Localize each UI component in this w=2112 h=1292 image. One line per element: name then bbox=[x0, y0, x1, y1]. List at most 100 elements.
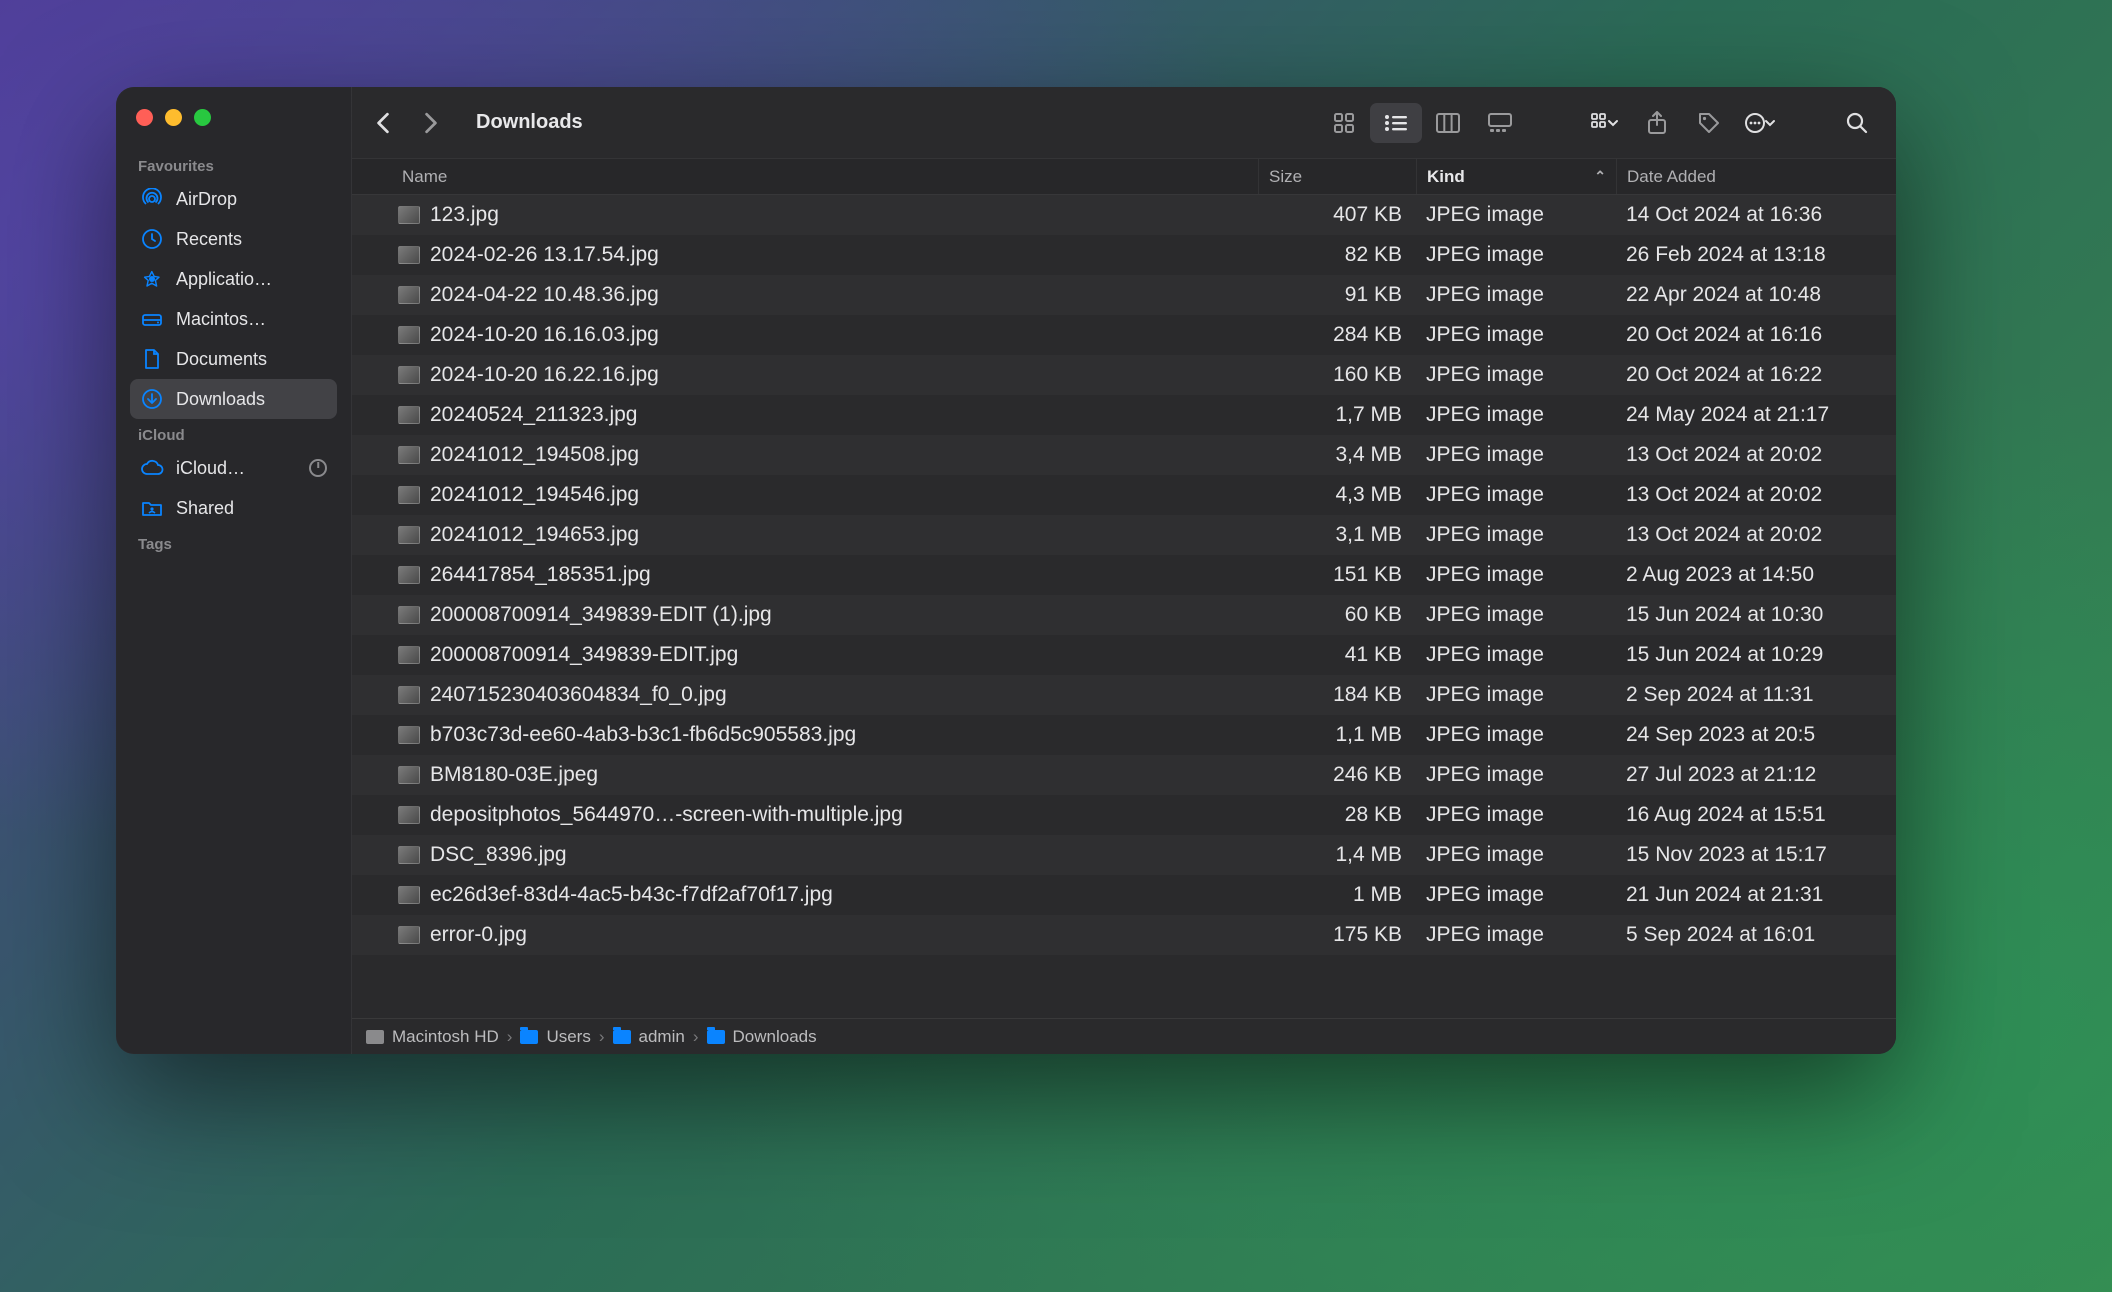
breadcrumb-item[interactable]: Macintosh HD bbox=[366, 1027, 499, 1047]
file-kind: JPEG image bbox=[1416, 403, 1616, 427]
file-row[interactable]: 264417854_185351.jpg 151 KB JPEG image 2… bbox=[352, 555, 1896, 595]
file-size: 3,4 MB bbox=[1258, 443, 1416, 467]
sidebar-section-label: Favourites bbox=[130, 150, 337, 179]
sidebar-item-recents[interactable]: Recents bbox=[130, 219, 337, 259]
file-date: 15 Jun 2024 at 10:30 bbox=[1616, 603, 1896, 627]
file-kind: JPEG image bbox=[1416, 603, 1616, 627]
file-row[interactable]: 2024-10-20 16.16.03.jpg 284 KB JPEG imag… bbox=[352, 315, 1896, 355]
file-thumbnail-icon bbox=[398, 926, 420, 944]
file-kind: JPEG image bbox=[1416, 763, 1616, 787]
file-date: 24 Sep 2023 at 20:5 bbox=[1616, 723, 1896, 747]
file-name: 20240524_211323.jpg bbox=[430, 403, 638, 427]
breadcrumb-item[interactable]: admin bbox=[613, 1027, 685, 1047]
column-view-button[interactable] bbox=[1422, 103, 1474, 143]
sidebar-item-macintos-[interactable]: Macintos… bbox=[130, 299, 337, 339]
sidebar-item-applicatio-[interactable]: Applicatio… bbox=[130, 259, 337, 299]
file-thumbnail-icon bbox=[398, 406, 420, 424]
file-row[interactable]: ec26d3ef-83d4-4ac5-b43c-f7df2af70f17.jpg… bbox=[352, 875, 1896, 915]
share-button[interactable] bbox=[1640, 106, 1674, 140]
file-date: 14 Oct 2024 at 16:36 bbox=[1616, 203, 1896, 227]
file-size: 1,1 MB bbox=[1258, 723, 1416, 747]
file-date: 2 Sep 2024 at 11:31 bbox=[1616, 683, 1896, 707]
column-header-expand bbox=[352, 159, 392, 194]
finder-window: Favourites AirDrop Recents Applicatio… Macin… bbox=[116, 87, 1896, 1054]
file-row[interactable]: 20241012_194546.jpg 4,3 MB JPEG image 13… bbox=[352, 475, 1896, 515]
file-row[interactable]: 20241012_194653.jpg 3,1 MB JPEG image 13… bbox=[352, 515, 1896, 555]
sidebar-section-label: iCloud bbox=[130, 419, 337, 448]
forward-button[interactable] bbox=[414, 106, 448, 140]
file-kind: JPEG image bbox=[1416, 443, 1616, 467]
tags-button[interactable] bbox=[1692, 106, 1726, 140]
file-size: 60 KB bbox=[1258, 603, 1416, 627]
file-size: 1 MB bbox=[1258, 883, 1416, 907]
close-window-button[interactable] bbox=[136, 109, 153, 126]
more-actions-button[interactable] bbox=[1744, 106, 1778, 140]
file-row[interactable]: 2024-04-22 10.48.36.jpg 91 KB JPEG image… bbox=[352, 275, 1896, 315]
file-thumbnail-icon bbox=[398, 486, 420, 504]
file-row[interactable]: depositphotos_5644970…-screen-with-multi… bbox=[352, 795, 1896, 835]
file-size: 151 KB bbox=[1258, 563, 1416, 587]
file-date: 13 Oct 2024 at 20:02 bbox=[1616, 443, 1896, 467]
file-row[interactable]: 240715230403604834_f0_0.jpg 184 KB JPEG … bbox=[352, 675, 1896, 715]
file-row[interactable]: BM8180-03E.jpeg 246 KB JPEG image 27 Jul… bbox=[352, 755, 1896, 795]
gallery-view-button[interactable] bbox=[1474, 103, 1526, 143]
column-header-name[interactable]: Name bbox=[392, 159, 1258, 194]
file-row[interactable]: error-0.jpg 175 KB JPEG image 5 Sep 2024… bbox=[352, 915, 1896, 955]
file-row[interactable]: DSC_8396.jpg 1,4 MB JPEG image 15 Nov 20… bbox=[352, 835, 1896, 875]
file-list[interactable]: 123.jpg 407 KB JPEG image 14 Oct 2024 at… bbox=[352, 195, 1896, 1018]
file-date: 13 Oct 2024 at 20:02 bbox=[1616, 483, 1896, 507]
back-button[interactable] bbox=[366, 106, 400, 140]
file-thumbnail-icon bbox=[398, 326, 420, 344]
sidebar-item-label: AirDrop bbox=[176, 189, 237, 210]
file-size: 91 KB bbox=[1258, 283, 1416, 307]
file-row[interactable]: 20241012_194508.jpg 3,4 MB JPEG image 13… bbox=[352, 435, 1896, 475]
breadcrumb-label: Users bbox=[546, 1027, 590, 1047]
file-size: 246 KB bbox=[1258, 763, 1416, 787]
file-date: 21 Jun 2024 at 21:31 bbox=[1616, 883, 1896, 907]
breadcrumb-item[interactable]: Users bbox=[520, 1027, 590, 1047]
file-row[interactable]: 2024-02-26 13.17.54.jpg 82 KB JPEG image… bbox=[352, 235, 1896, 275]
sidebar-item-documents[interactable]: Documents bbox=[130, 339, 337, 379]
sidebar-item-shared[interactable]: Shared bbox=[130, 488, 337, 528]
minimize-window-button[interactable] bbox=[165, 109, 182, 126]
sidebar-item-downloads[interactable]: Downloads bbox=[130, 379, 337, 419]
file-date: 27 Jul 2023 at 21:12 bbox=[1616, 763, 1896, 787]
file-row[interactable]: 2024-10-20 16.22.16.jpg 160 KB JPEG imag… bbox=[352, 355, 1896, 395]
file-row[interactable]: 200008700914_349839-EDIT.jpg 41 KB JPEG … bbox=[352, 635, 1896, 675]
group-by-button[interactable] bbox=[1588, 106, 1622, 140]
file-size: 1,7 MB bbox=[1258, 403, 1416, 427]
file-thumbnail-icon bbox=[398, 766, 420, 784]
zoom-window-button[interactable] bbox=[194, 109, 211, 126]
icloud-progress-icon bbox=[309, 459, 327, 477]
file-kind: JPEG image bbox=[1416, 803, 1616, 827]
column-header-date[interactable]: Date Added bbox=[1616, 159, 1896, 194]
file-row[interactable]: b703c73d-ee60-4ab3-b3c1-fb6d5c905583.jpg… bbox=[352, 715, 1896, 755]
file-thumbnail-icon bbox=[398, 446, 420, 464]
sidebar: Favourites AirDrop Recents Applicatio… Macin… bbox=[116, 87, 352, 1054]
file-name: 2024-10-20 16.16.03.jpg bbox=[430, 323, 659, 347]
file-kind: JPEG image bbox=[1416, 683, 1616, 707]
list-view-button[interactable] bbox=[1370, 103, 1422, 143]
main-panel: Downloads bbox=[352, 87, 1896, 1054]
column-header-size[interactable]: Size bbox=[1258, 159, 1416, 194]
file-date: 2 Aug 2023 at 14:50 bbox=[1616, 563, 1896, 587]
file-row[interactable]: 123.jpg 407 KB JPEG image 14 Oct 2024 at… bbox=[352, 195, 1896, 235]
file-thumbnail-icon bbox=[398, 606, 420, 624]
file-size: 28 KB bbox=[1258, 803, 1416, 827]
column-header-kind[interactable]: Kind ⌃ bbox=[1416, 159, 1616, 194]
file-thumbnail-icon bbox=[398, 846, 420, 864]
sidebar-item-label: Applicatio… bbox=[176, 269, 272, 290]
icon-view-button[interactable] bbox=[1318, 103, 1370, 143]
breadcrumb-item[interactable]: Downloads bbox=[707, 1027, 817, 1047]
search-button[interactable] bbox=[1840, 106, 1874, 140]
sidebar-item-airdrop[interactable]: AirDrop bbox=[130, 179, 337, 219]
file-row[interactable]: 20240524_211323.jpg 1,7 MB JPEG image 24… bbox=[352, 395, 1896, 435]
file-name: 20241012_194508.jpg bbox=[430, 443, 639, 467]
file-kind: JPEG image bbox=[1416, 483, 1616, 507]
file-thumbnail-icon bbox=[398, 566, 420, 584]
file-row[interactable]: 200008700914_349839-EDIT (1).jpg 60 KB J… bbox=[352, 595, 1896, 635]
breadcrumb-label: Downloads bbox=[733, 1027, 817, 1047]
sidebar-item-label: Macintos… bbox=[176, 309, 266, 330]
shared-folder-icon bbox=[140, 496, 164, 520]
sidebar-item-icloud-[interactable]: iCloud… bbox=[130, 448, 337, 488]
